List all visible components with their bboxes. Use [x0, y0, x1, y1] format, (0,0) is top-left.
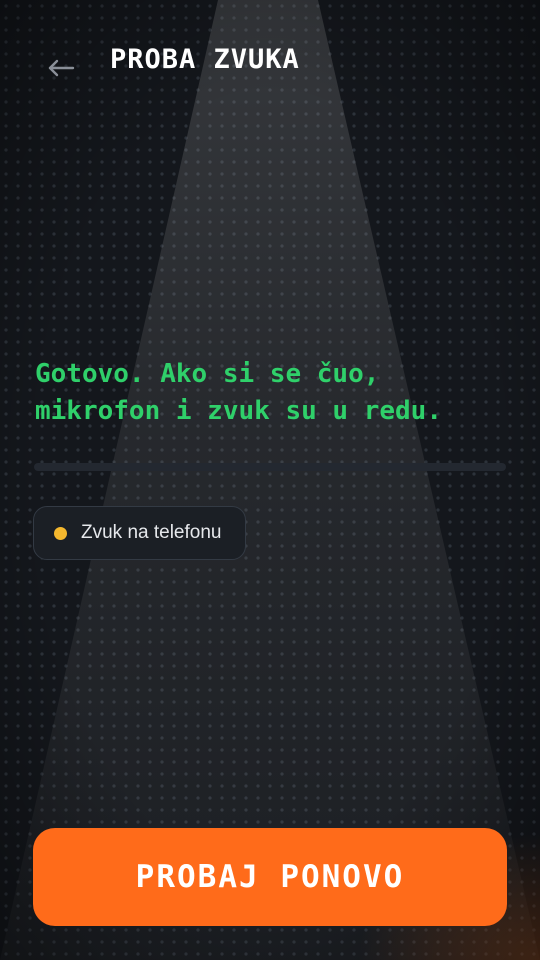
back-button[interactable] [44, 52, 78, 84]
status-message-line-2: mikrofon i zvuk su u redu. [35, 396, 442, 426]
page-title: PROBA ZVUKA [110, 44, 300, 75]
audio-output-label: Zvuk na telefonu [81, 522, 222, 543]
audio-output-chip[interactable]: Zvuk na telefonu [33, 506, 247, 560]
vignette-overlay [0, 0, 540, 960]
arrow-left-icon [48, 59, 75, 77]
status-dot-icon [54, 526, 67, 540]
retry-button[interactable]: PROBAJ PONOVO [33, 828, 507, 926]
app-screen: PROBA ZVUKA Gotovo. Ako si se čuo, mikro… [0, 0, 540, 960]
status-message-line-1: Gotovo. Ako si se čuo, [35, 359, 380, 389]
divider [34, 463, 506, 471]
status-message: Gotovo. Ako si se čuo, mikrofon i zvuk s… [35, 356, 515, 430]
